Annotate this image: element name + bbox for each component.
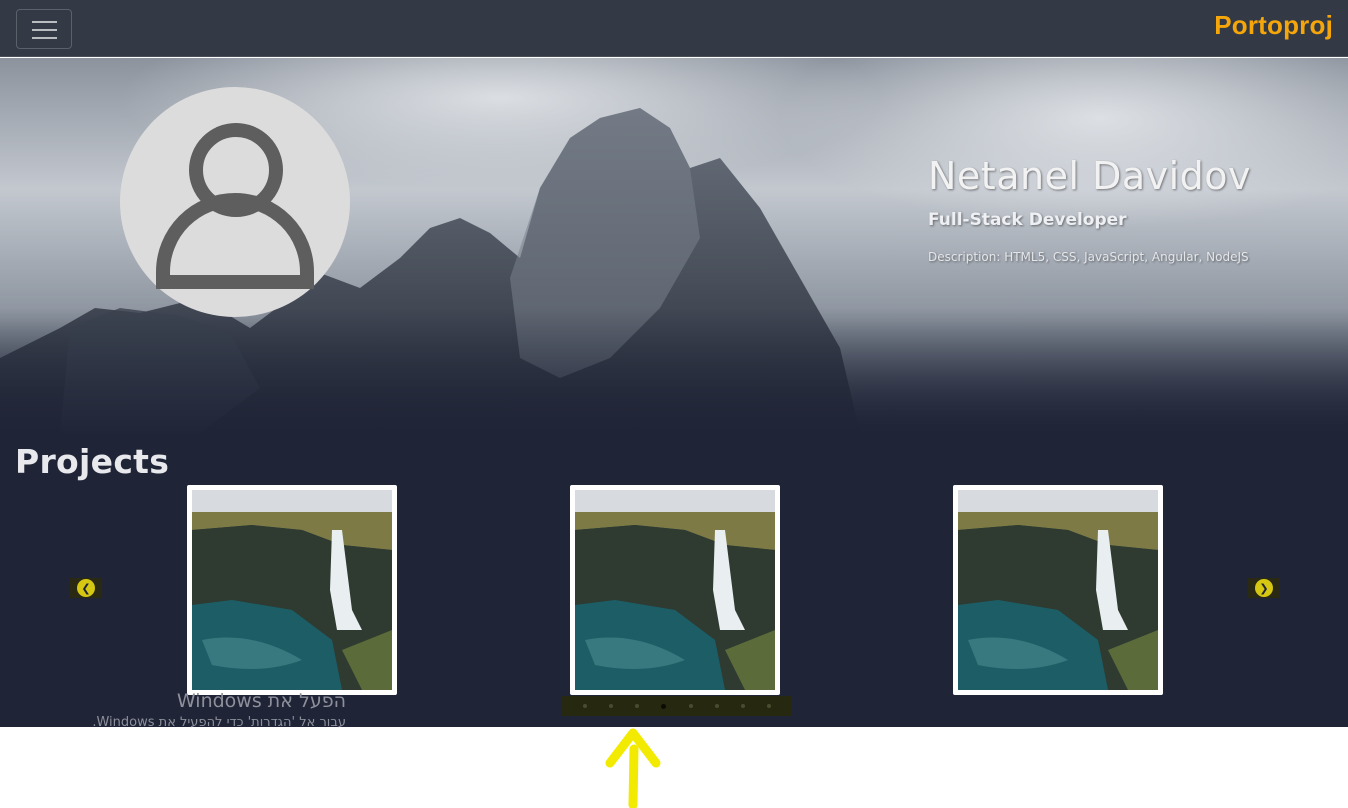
carousel-indicator-active[interactable]	[661, 703, 667, 709]
profile-title: Full-Stack Developer	[928, 210, 1127, 230]
waterfall-cliff-photo	[192, 490, 392, 690]
carousel-indicator[interactable]	[635, 704, 640, 708]
windows-activation-title: הפעל את Windows	[176, 690, 346, 712]
waterfall-cliff-photo	[958, 490, 1158, 690]
hero-banner: Netanel Davidov Full-Stack Developer Des…	[0, 58, 1348, 433]
projects-heading: Projects	[15, 442, 170, 481]
project-card[interactable]	[187, 485, 397, 695]
carousel-prev-button[interactable]: ❮	[70, 578, 102, 598]
avatar	[120, 87, 350, 317]
hero-text: Netanel Davidov Full-Stack Developer Des…	[928, 154, 1251, 264]
carousel-indicator[interactable]	[583, 704, 588, 708]
profile-name: Netanel Davidov	[928, 154, 1252, 198]
hamburger-icon-bar	[32, 29, 57, 31]
waterfall-cliff-photo	[575, 490, 775, 690]
brand-link[interactable]: Portoproj	[1214, 10, 1333, 41]
carousel-indicators	[562, 696, 792, 716]
carousel-indicator[interactable]	[766, 704, 771, 708]
carousel-indicator[interactable]	[609, 704, 614, 708]
windows-activation-subtitle: עבור אל 'הגדרות' כדי להפעיל את Windows.	[92, 715, 346, 730]
carousel-indicator[interactable]	[714, 704, 719, 708]
project-card[interactable]	[953, 485, 1163, 695]
user-icon	[156, 123, 314, 289]
chevron-left-icon: ❮	[77, 579, 95, 597]
navbar: Portoproj	[0, 0, 1348, 57]
arrow-up-icon	[605, 728, 661, 808]
profile-description: Description: HTML5, CSS, JavaScript, Ang…	[928, 250, 1249, 264]
carousel-indicator[interactable]	[740, 704, 745, 708]
hamburger-icon	[32, 21, 57, 23]
chevron-right-icon: ❯	[1255, 579, 1273, 597]
menu-toggle-button[interactable]	[16, 9, 72, 49]
hamburger-icon-bar	[32, 37, 57, 39]
carousel-next-button[interactable]: ❯	[1248, 578, 1280, 598]
projects-section: Projects ❮ ❯ הפעל את Windows עבור אל 'הג…	[0, 433, 1348, 730]
project-card[interactable]	[570, 485, 780, 695]
carousel-indicator[interactable]	[688, 704, 693, 708]
